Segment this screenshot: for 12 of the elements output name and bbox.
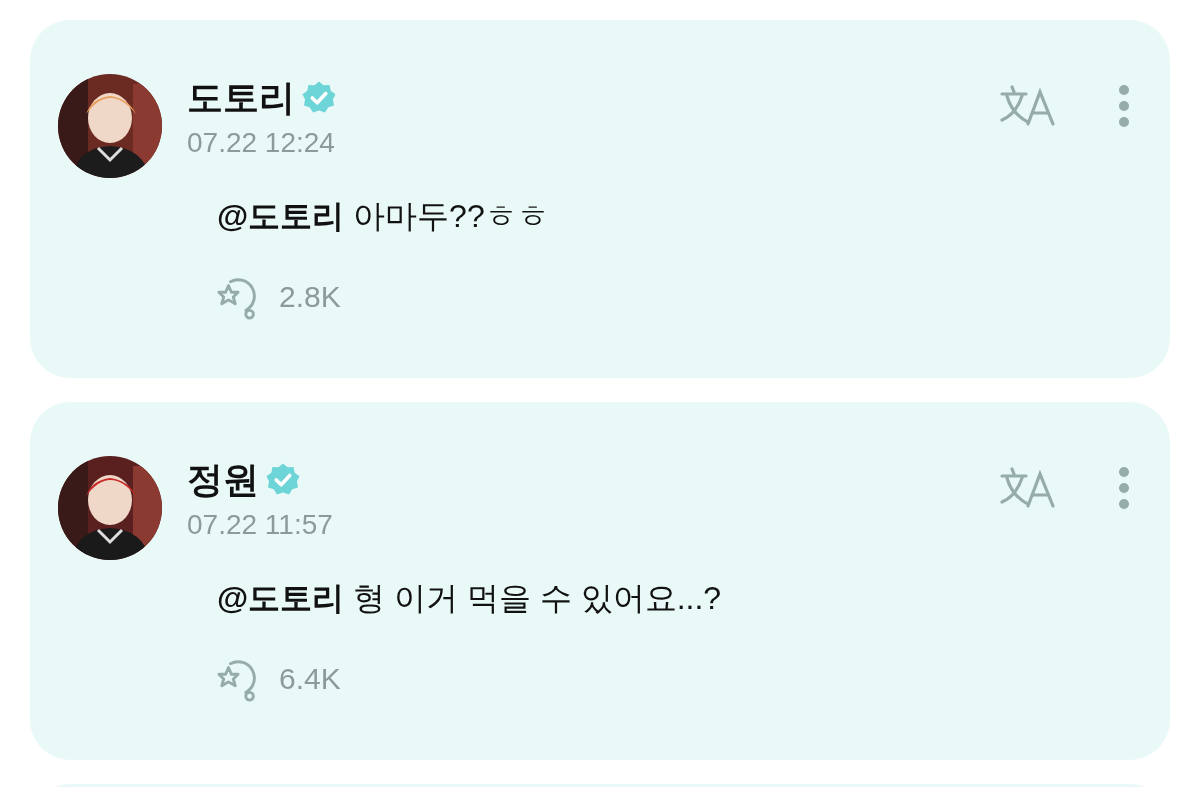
post-time: 07.22 11:57 bbox=[187, 508, 333, 542]
more-options-icon[interactable] bbox=[1118, 84, 1130, 128]
post-message: @도토리 아마두??ㅎㅎ bbox=[217, 197, 550, 236]
reaction-count: 6.4K bbox=[279, 662, 341, 696]
more-options-icon[interactable] bbox=[1118, 466, 1130, 510]
author-name[interactable]: 도토리 bbox=[187, 76, 295, 120]
translate-icon[interactable] bbox=[998, 466, 1058, 510]
translate-icon[interactable] bbox=[998, 84, 1058, 128]
post-message: @도토리 형 이거 먹을 수 있어요...? bbox=[217, 579, 723, 618]
author-name[interactable]: 정원 bbox=[187, 458, 259, 502]
post-time: 07.22 12:24 bbox=[187, 126, 336, 160]
reaction-count: 2.8K bbox=[279, 280, 341, 314]
